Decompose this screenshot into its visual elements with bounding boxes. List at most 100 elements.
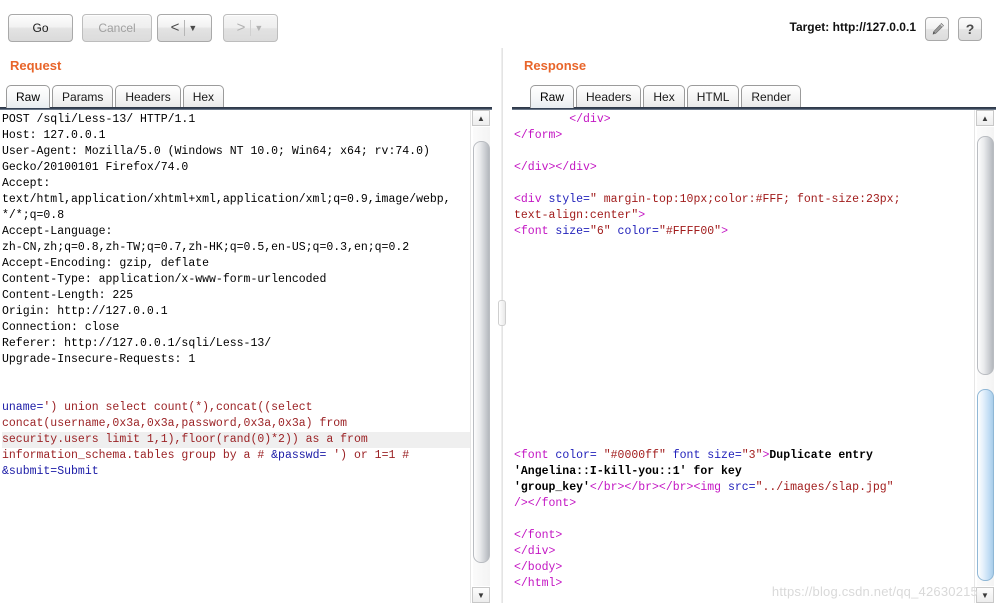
- chevron-down-icon[interactable]: ▼: [252, 23, 267, 33]
- code-line: Connection: close: [2, 320, 470, 336]
- edit-target-button[interactable]: [925, 17, 949, 41]
- code-span: ') union select count(*),concat((select: [43, 401, 313, 414]
- code-line: User-Agent: Mozilla/5.0 (Windows NT 10.0…: [2, 144, 470, 160]
- chevron-right-icon: >: [236, 19, 246, 36]
- request-tab-headers[interactable]: Headers: [115, 85, 181, 108]
- scroll-up-arrow-icon[interactable]: ▲: [976, 110, 994, 126]
- response-tab-html[interactable]: HTML: [686, 85, 740, 108]
- request-editor-wrap: POST /sqli/Less-13/ HTTP/1.1 Host: 127.0.…: [0, 110, 492, 603]
- code-line: text-align:center">: [514, 208, 974, 224]
- code-span: </div>: [514, 545, 556, 558]
- code-span: Accept-Language:: [2, 225, 113, 238]
- request-raw-editor[interactable]: POST /sqli/Less-13/ HTTP/1.1 Host: 127.0.…: [1, 110, 470, 603]
- code-span: </form>: [514, 129, 563, 142]
- top-toolbar: Go Cancel < ▼ > ▼ Target: http://127.0.0…: [0, 0, 996, 48]
- code-span: </div></div>: [514, 161, 597, 174]
- code-span: </body>: [514, 561, 563, 574]
- code-span: uname=: [2, 401, 44, 414]
- request-tab-params[interactable]: Params: [52, 85, 114, 108]
- help-button[interactable]: ?: [958, 17, 982, 41]
- code-span: size=: [555, 225, 590, 238]
- response-tab-render[interactable]: Render: [741, 85, 801, 108]
- request-pane: Request Raw Params Headers Hex POST /sqli/L…: [0, 48, 492, 603]
- scroll-down-arrow-icon[interactable]: ▼: [976, 587, 994, 603]
- code-line: Content-Type: application/x-www-form-url…: [2, 272, 470, 288]
- code-span: src=: [727, 481, 756, 494]
- response-tab-hex[interactable]: Hex: [643, 85, 685, 108]
- code-span: </br></br></br><img: [589, 481, 728, 494]
- forward-history-button[interactable]: > ▼: [223, 14, 278, 42]
- code-line: security.users limit 1,1),floor(rand(0)*…: [2, 432, 470, 448]
- code-line: </body>: [514, 560, 974, 576]
- cancel-button[interactable]: Cancel: [82, 14, 152, 42]
- chevron-left-icon: <: [170, 19, 180, 36]
- code-line: Accept:: [2, 176, 470, 192]
- code-span: Accept-Encoding: gzip, deflate: [2, 257, 210, 270]
- code-span: */*;q=0.8: [2, 209, 65, 222]
- go-button[interactable]: Go: [8, 14, 73, 42]
- code-span: Duplicate entry: [769, 449, 873, 462]
- response-raw-editor[interactable]: </div> </form> </div></div> <div style=" …: [513, 110, 974, 603]
- code-line: information_schema.tables group by a # &…: [2, 448, 470, 464]
- scroll-down-arrow-icon[interactable]: ▼: [472, 587, 490, 603]
- code-line: Accept-Encoding: gzip, deflate: [2, 256, 470, 272]
- code-line: </div>: [514, 112, 974, 128]
- scrollbar-thumb[interactable]: [473, 140, 490, 564]
- code-line: </html>: [514, 576, 974, 592]
- code-line: <font size="6" color="#FFFF00">: [514, 224, 974, 240]
- code-line: POST /sqli/Less-13/ HTTP/1.1: [2, 112, 470, 128]
- code-span: text/html,application/xhtml+xml,applicat…: [2, 193, 451, 206]
- request-tab-hex[interactable]: Hex: [182, 85, 225, 108]
- code-line: &submit=Submit: [2, 464, 470, 480]
- code-span: Connection: close: [2, 321, 120, 334]
- request-tab-raw[interactable]: Raw: [6, 85, 51, 108]
- response-tab-headers[interactable]: Headers: [576, 85, 642, 108]
- scrollbar-thumb-highlighted[interactable]: [977, 388, 994, 582]
- code-span: text-align:center": [514, 209, 639, 222]
- code-line: */*;q=0.8: [2, 208, 470, 224]
- code-span: ') or 1=1 #: [326, 449, 410, 462]
- scrollbar-thumb[interactable]: [977, 136, 994, 375]
- response-title: Response: [524, 58, 587, 73]
- code-span: "3": [741, 449, 763, 462]
- code-line: </div>: [514, 544, 974, 560]
- code-span: Host: 127.0.0.1: [2, 129, 106, 142]
- response-tab-raw[interactable]: Raw: [530, 85, 575, 108]
- code-line: 'Angelina::I-kill-you::1' for key: [514, 464, 974, 480]
- code-span: >: [638, 209, 646, 222]
- response-editor-wrap: </div> </form> </div></div> <div style=" …: [512, 110, 996, 603]
- target-label: Target: http://127.0.0.1: [789, 20, 916, 34]
- code-span: <font: [514, 225, 556, 238]
- code-line: Accept-Language:: [2, 224, 470, 240]
- code-span: 'group_key': [514, 481, 590, 494]
- code-span: Referer: http://127.0.0.1/sqli/Less-13/: [2, 337, 272, 350]
- request-vertical-scrollbar[interactable]: ▲ ▼: [470, 110, 492, 603]
- response-vertical-scrollbar[interactable]: ▲ ▼: [974, 110, 996, 603]
- code-line: Referer: http://127.0.0.1/sqli/Less-13/: [2, 336, 470, 352]
- scroll-up-arrow-icon[interactable]: ▲: [472, 110, 490, 126]
- code-span: &submit=Submit: [2, 465, 99, 478]
- code-span: [514, 113, 569, 126]
- code-span: <font: [514, 449, 556, 462]
- code-span: <div: [514, 193, 549, 206]
- code-span: 'Angelina::I-kill-you::1' for key: [514, 465, 742, 478]
- pane-splitter[interactable]: [492, 48, 512, 603]
- divider: [250, 20, 252, 36]
- code-span: </font>: [514, 529, 563, 542]
- code-span: "6": [589, 225, 618, 238]
- code-span: /></font>: [514, 497, 577, 510]
- splitter-grip[interactable]: [498, 300, 506, 326]
- back-history-button[interactable]: < ▼: [157, 14, 212, 42]
- code-span: color=: [555, 449, 604, 462]
- code-span: "../images/slap.jpg": [755, 481, 894, 494]
- question-mark-icon: ?: [965, 21, 975, 37]
- code-line: Gecko/20100101 Firefox/74.0: [2, 160, 470, 176]
- chevron-down-icon[interactable]: ▼: [186, 23, 201, 33]
